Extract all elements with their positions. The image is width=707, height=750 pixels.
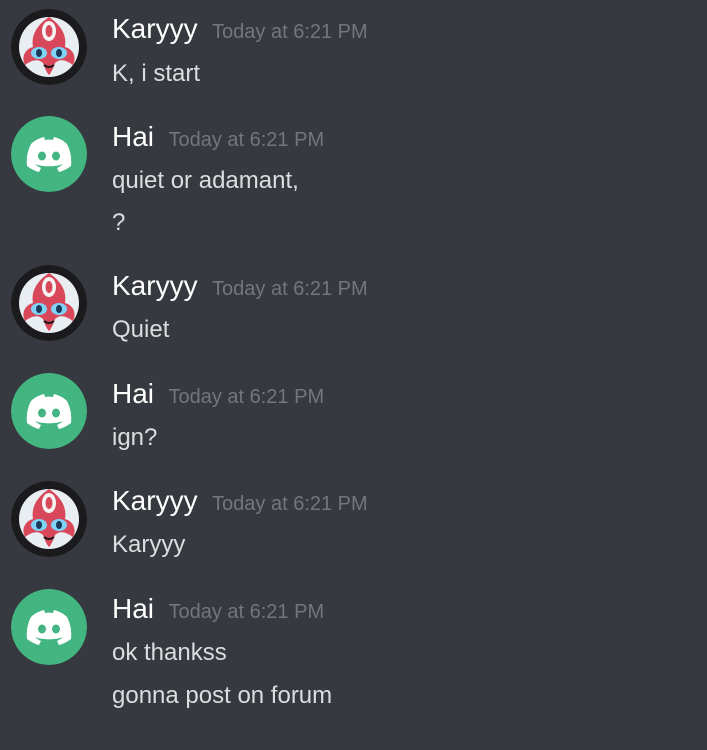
message-text: ok thankss	[112, 639, 227, 666]
username[interactable]: Karyyy	[112, 485, 198, 516]
pokemon-avatar-icon[interactable]	[11, 481, 87, 557]
message-text: ?	[112, 209, 126, 236]
message-header: Karyyy Today at 6:21 PM	[112, 270, 368, 310]
message-header: Karyyy Today at 6:21 PM	[112, 13, 368, 53]
message-text: Quiet	[112, 316, 170, 343]
timestamp: Today at 6:21 PM	[168, 601, 325, 623]
message-header: Hai Today at 6:21 PM	[112, 378, 324, 418]
discord-default-avatar-icon[interactable]	[11, 589, 87, 665]
message-text: Karyyy	[112, 531, 186, 558]
pokemon-avatar-icon[interactable]	[11, 265, 87, 341]
message-text: ign?	[112, 424, 158, 451]
pokemon-avatar-icon[interactable]	[11, 9, 87, 85]
message-text: K, i start	[112, 60, 201, 87]
username[interactable]: Karyyy	[112, 13, 198, 44]
username[interactable]: Hai	[112, 593, 154, 624]
timestamp: Today at 6:21 PM	[212, 278, 368, 300]
message-text: quiet or adamant,	[112, 167, 299, 194]
username[interactable]: Hai	[112, 121, 154, 152]
message-header: Hai Today at 6:21 PM	[112, 121, 324, 161]
message-header: Karyyy Today at 6:21 PM	[112, 485, 368, 525]
message-header: Hai Today at 6:21 PM	[112, 593, 324, 633]
discord-default-avatar-icon[interactable]	[11, 116, 87, 192]
timestamp: Today at 6:21 PM	[168, 386, 325, 408]
username[interactable]: Hai	[112, 378, 154, 409]
message-text: gonna post on forum	[112, 682, 333, 709]
discord-default-avatar-icon[interactable]	[11, 373, 87, 449]
timestamp: Today at 6:21 PM	[168, 129, 325, 151]
timestamp: Today at 6:21 PM	[212, 21, 368, 43]
username[interactable]: Karyyy	[112, 270, 198, 301]
timestamp: Today at 6:21 PM	[212, 493, 368, 515]
